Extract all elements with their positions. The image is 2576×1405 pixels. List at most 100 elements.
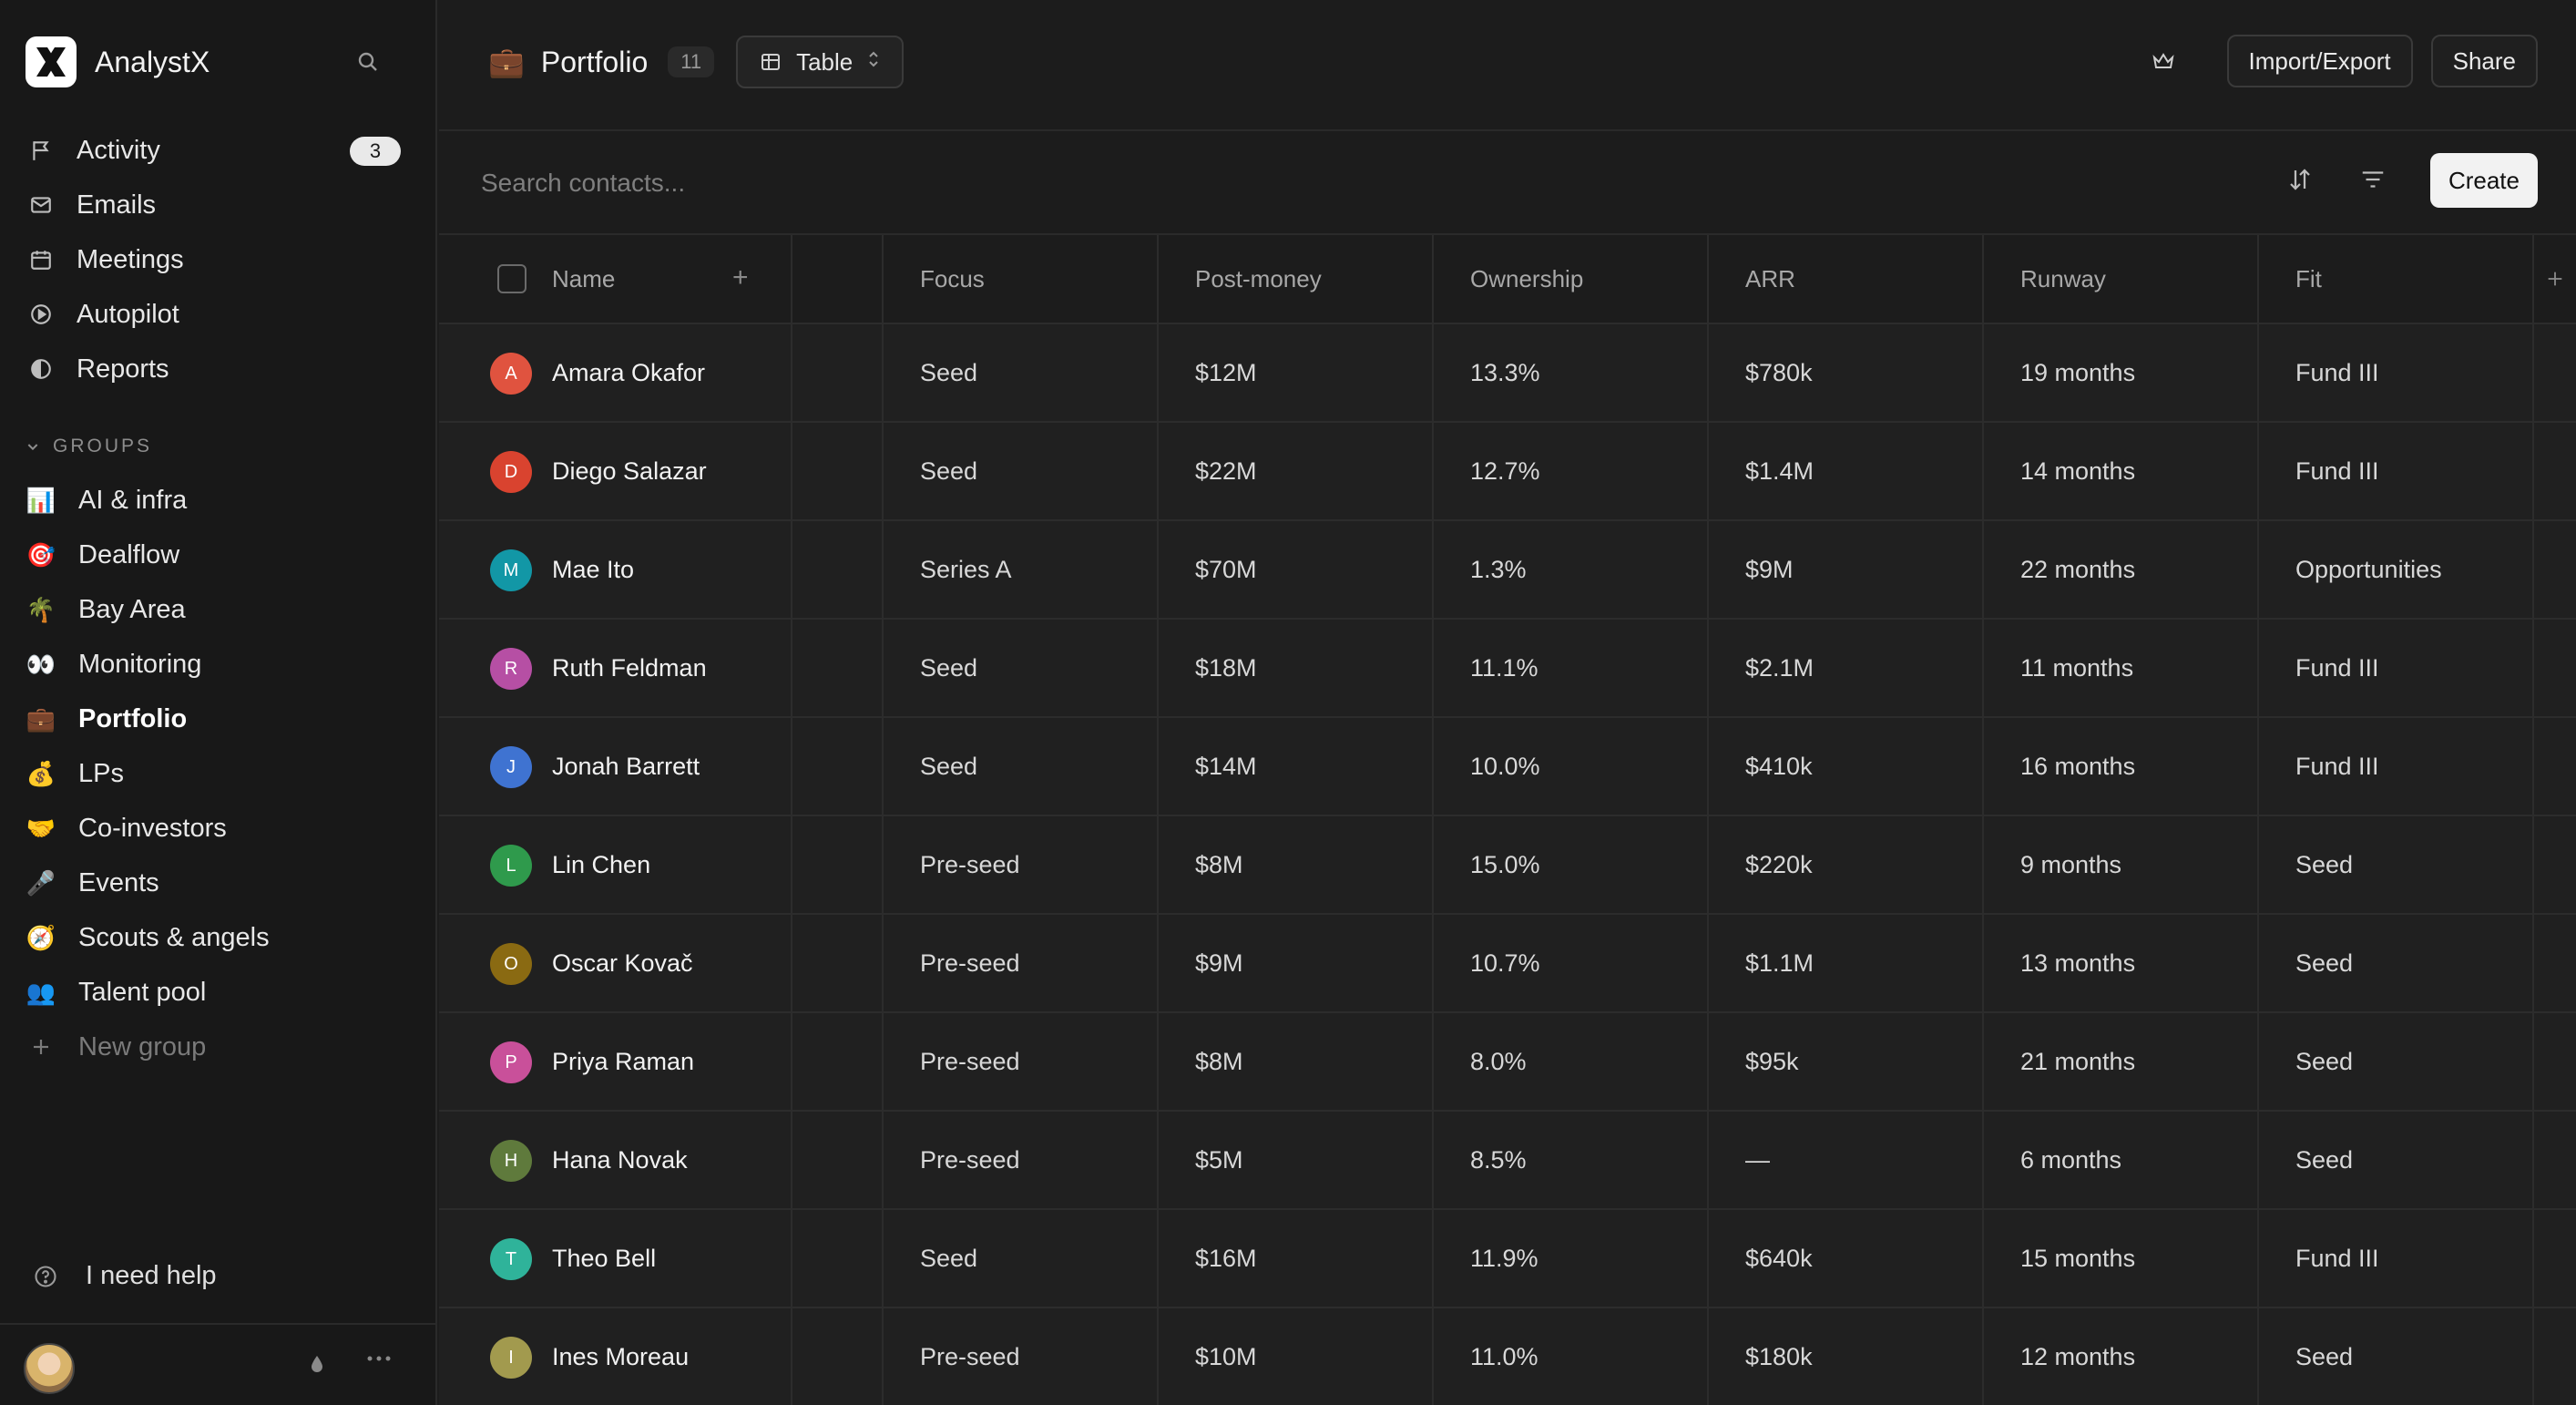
cell-focus[interactable]: Seed bbox=[884, 324, 1159, 421]
cell-fit[interactable]: Fund III bbox=[2259, 718, 2534, 815]
cell-post-money[interactable]: $70M bbox=[1159, 521, 1434, 618]
cell-fit[interactable]: Seed bbox=[2259, 1013, 2534, 1110]
cell-runway[interactable]: 14 months bbox=[1984, 423, 2259, 519]
import-export-button[interactable]: Import/Export bbox=[2226, 35, 2413, 87]
table-row[interactable]: J Jonah Barrett Seed $14M 10.0% $410k 16 month… bbox=[439, 718, 2576, 816]
column-header-runway[interactable]: Runway bbox=[1984, 235, 2259, 323]
cell-post-money[interactable]: $8M bbox=[1159, 1013, 1434, 1110]
cell-fit[interactable]: Opportunities bbox=[2259, 521, 2534, 618]
cell-name[interactable]: A Amara Okafor bbox=[439, 324, 792, 421]
table-row[interactable]: I Ines Moreau Pre-seed $10M 11.0% $180k 12 mon… bbox=[439, 1308, 2576, 1405]
column-header-post-money[interactable]: Post-money bbox=[1159, 235, 1434, 323]
cell-runway[interactable]: 13 months bbox=[1984, 915, 2259, 1011]
cell-name[interactable]: L Lin Chen bbox=[439, 816, 792, 913]
cell-ownership[interactable]: 11.0% bbox=[1434, 1308, 1709, 1405]
cell-post-money[interactable]: $22M bbox=[1159, 423, 1434, 519]
table-row[interactable]: A Amara Okafor Seed $12M 13.3% $780k 19 months… bbox=[439, 324, 2576, 423]
table-row[interactable]: O Oscar Kovač Pre-seed $9M 10.7% $1.1M 13 mont… bbox=[439, 915, 2576, 1013]
group-item-ai-infra[interactable]: 📊 AI & infra bbox=[20, 476, 417, 525]
cell-arr[interactable]: $410k bbox=[1709, 718, 1984, 815]
table-row[interactable]: L Lin Chen Pre-seed $8M 15.0% $220k 9 months Se… bbox=[439, 816, 2576, 915]
drop-icon[interactable] bbox=[310, 1354, 324, 1379]
cell-post-money[interactable]: $16M bbox=[1159, 1210, 1434, 1307]
cell-post-money[interactable]: $18M bbox=[1159, 620, 1434, 716]
cell-focus[interactable]: Seed bbox=[884, 423, 1159, 519]
cell-focus[interactable]: Seed bbox=[884, 620, 1159, 716]
sort-icon[interactable] bbox=[2286, 166, 2314, 193]
cell-fit[interactable]: Fund III bbox=[2259, 423, 2534, 519]
cell-post-money[interactable]: $12M bbox=[1159, 324, 1434, 421]
cell-ownership[interactable]: 11.1% bbox=[1434, 620, 1709, 716]
cell-arr[interactable]: $2.1M bbox=[1709, 620, 1984, 716]
cell-focus[interactable]: Pre-seed bbox=[884, 1013, 1159, 1110]
table-row[interactable]: P Priya Raman Pre-seed $8M 8.0% $95k 21 months… bbox=[439, 1013, 2576, 1112]
group-item-lps[interactable]: 💰 LPs bbox=[20, 749, 417, 798]
cell-runway[interactable]: 6 months bbox=[1984, 1112, 2259, 1208]
cell-ownership[interactable]: 15.0% bbox=[1434, 816, 1709, 913]
cell-focus[interactable]: Seed bbox=[884, 718, 1159, 815]
column-header-fit[interactable]: Fit bbox=[2259, 235, 2534, 323]
cell-focus[interactable]: Pre-seed bbox=[884, 1308, 1159, 1405]
group-item-co-investors[interactable]: 🤝 Co-investors bbox=[20, 804, 417, 853]
table-row[interactable]: R Ruth Feldman Seed $18M 11.1% $2.1M 11 months… bbox=[439, 620, 2576, 718]
cell-runway[interactable]: 19 months bbox=[1984, 324, 2259, 421]
group-item-scouts-angels[interactable]: 🧭 Scouts & angels bbox=[20, 913, 417, 962]
add-column-plus-icon[interactable]: + bbox=[732, 262, 749, 293]
cell-arr[interactable]: $640k bbox=[1709, 1210, 1984, 1307]
cell-arr[interactable]: $1.1M bbox=[1709, 915, 1984, 1011]
column-header-name[interactable]: Name + bbox=[439, 235, 792, 323]
cell-runway[interactable]: 22 months bbox=[1984, 521, 2259, 618]
cell-arr[interactable]: $220k bbox=[1709, 816, 1984, 913]
cell-fit[interactable]: Seed bbox=[2259, 915, 2534, 1011]
cell-ownership[interactable]: 8.5% bbox=[1434, 1112, 1709, 1208]
cell-post-money[interactable]: $8M bbox=[1159, 816, 1434, 913]
nav-item-meetings[interactable]: Meetings bbox=[20, 235, 417, 284]
cell-runway[interactable]: 11 months bbox=[1984, 620, 2259, 716]
groups-section-toggle[interactable]: GROUPS bbox=[26, 436, 152, 457]
group-item-dealflow[interactable]: 🎯 Dealflow bbox=[20, 530, 417, 579]
cell-runway[interactable]: 15 months bbox=[1984, 1210, 2259, 1307]
cell-fit[interactable]: Seed bbox=[2259, 816, 2534, 913]
table-row[interactable]: H Hana Novak Pre-seed $5M 8.5% — 6 months Seed bbox=[439, 1112, 2576, 1210]
cell-ownership[interactable]: 11.9% bbox=[1434, 1210, 1709, 1307]
cell-arr[interactable]: $780k bbox=[1709, 324, 1984, 421]
cell-ownership[interactable]: 12.7% bbox=[1434, 423, 1709, 519]
cell-name[interactable]: R Ruth Feldman bbox=[439, 620, 792, 716]
column-header-arr[interactable]: ARR bbox=[1709, 235, 1984, 323]
cell-focus[interactable]: Pre-seed bbox=[884, 915, 1159, 1011]
cell-ownership[interactable]: 10.0% bbox=[1434, 718, 1709, 815]
nav-item-reports[interactable]: Reports bbox=[20, 344, 417, 394]
cell-runway[interactable]: 9 months bbox=[1984, 816, 2259, 913]
cell-post-money[interactable]: $10M bbox=[1159, 1308, 1434, 1405]
search-icon[interactable] bbox=[352, 46, 384, 78]
search-input[interactable] bbox=[481, 159, 1847, 208]
cell-focus[interactable]: Series A bbox=[884, 521, 1159, 618]
add-column-button[interactable] bbox=[2534, 235, 2576, 323]
cell-arr[interactable]: $95k bbox=[1709, 1013, 1984, 1110]
cell-post-money[interactable]: $14M bbox=[1159, 718, 1434, 815]
group-item-bay-area[interactable]: 🌴 Bay Area bbox=[20, 585, 417, 634]
cell-post-money[interactable]: $9M bbox=[1159, 915, 1434, 1011]
cell-ownership[interactable]: 1.3% bbox=[1434, 521, 1709, 618]
table-row[interactable]: M Mae Ito Series A $70M 1.3% $9M 22 months Oppo… bbox=[439, 521, 2576, 620]
help-button[interactable]: I need help bbox=[33, 1261, 217, 1291]
cell-fit[interactable]: Seed bbox=[2259, 1112, 2534, 1208]
view-selector-button[interactable]: Table bbox=[736, 36, 905, 88]
group-item-monitoring[interactable]: 👀 Monitoring bbox=[20, 640, 417, 689]
cell-runway[interactable]: 16 months bbox=[1984, 718, 2259, 815]
cell-name[interactable]: H Hana Novak bbox=[439, 1112, 792, 1208]
group-item-talent-pool[interactable]: 👥 Talent pool bbox=[20, 968, 417, 1017]
cell-runway[interactable]: 12 months bbox=[1984, 1308, 2259, 1405]
brand[interactable]: AnalystX bbox=[26, 36, 210, 87]
table-row[interactable]: D Diego Salazar Seed $22M 12.7% $1.4M 14 month… bbox=[439, 423, 2576, 521]
cell-arr[interactable]: $9M bbox=[1709, 521, 1984, 618]
new-group-button[interactable]: New group bbox=[20, 1022, 417, 1072]
column-header-focus[interactable]: Focus bbox=[884, 235, 1159, 323]
cell-ownership[interactable]: 13.3% bbox=[1434, 324, 1709, 421]
cell-ownership[interactable]: 8.0% bbox=[1434, 1013, 1709, 1110]
cell-post-money[interactable]: $5M bbox=[1159, 1112, 1434, 1208]
avatar[interactable] bbox=[24, 1343, 75, 1394]
crown-icon[interactable] bbox=[2151, 50, 2176, 72]
create-button[interactable]: Create bbox=[2429, 153, 2538, 208]
cell-name[interactable]: P Priya Raman bbox=[439, 1013, 792, 1110]
